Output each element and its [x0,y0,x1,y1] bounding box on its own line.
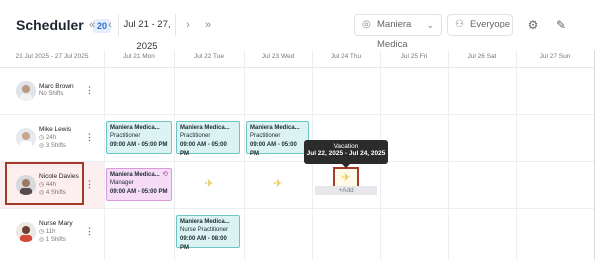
user-name: Nicole Davies [39,173,79,180]
location-select[interactable]: ◎ Maniera Medica ⌄ [354,14,442,50]
user-row-mike-lewis[interactable]: Mike Lewis ◷ 24h ◎ 3 Shifts ⋮ [0,115,104,161]
user-shift-count: ◎ 3 Shifts [39,143,66,149]
scrollbar-track[interactable] [594,50,595,260]
user-hours-value: 24h [45,135,56,141]
column-header-fri: Jul 25 Fri [380,50,448,68]
add-shift-button[interactable]: +Add [315,186,377,195]
shift-location: Maniera Medica... [110,125,160,131]
shift-card[interactable]: Maniera Medica... Practitioner 09:00 AM … [176,121,240,157]
kebab-menu-icon[interactable]: ⋮ [85,85,94,96]
page-title: Scheduler [16,17,84,33]
user-shift-count-value: 3 Shifts [45,143,66,149]
column-header-wed: Jul 23 Wed [244,50,312,68]
avatar [16,222,36,242]
location-select-value: Maniera Medica [377,19,412,50]
scheduler-header: Scheduler 20 « ‹ Jul 21 - 27, 2025 › » ◎… [0,0,606,52]
kebab-menu-icon[interactable]: ⋮ [85,226,94,237]
user-hours: ◷ 11h [39,229,56,235]
shift-time: 09:00 AM - 05:00 PM [180,142,227,157]
column-header-sun: Jul 27 Sun [516,50,594,68]
grid-divider [448,50,449,260]
user-name: Nurse Mary [39,220,73,227]
shift-location: Maniera Medica... [180,125,230,131]
shift-role: Practitioner [180,133,211,139]
grid-divider [516,50,517,260]
shift-location: Maniera Medica... [180,219,230,225]
shift-time: 09:00 AM - 05:00 PM [110,142,168,148]
column-header-range: 21 Jul 2025 - 27 Jul 2025 [0,50,104,68]
tooltip-title: Vacation [333,143,359,150]
kebab-menu-icon[interactable]: ⋮ [85,132,94,143]
shift-role: Practitioner [250,133,281,139]
airplane-icon[interactable]: ✈ [202,177,216,191]
avatar [16,175,36,195]
user-hours: ◷ 24h [39,135,56,141]
column-header-thu: Jul 24 Thu [312,50,380,68]
airplane-icon: ✈ [341,172,351,184]
chevron-left-icon[interactable]: ‹ [100,14,120,36]
shift-time: 09:00 AM - 08:00 PM [180,236,227,251]
user-row-marc-brown[interactable]: Marc Brown No Shifts ⋮ [0,68,104,114]
date-range-picker[interactable]: Jul 21 - 27, 2025 [118,14,176,52]
double-chevron-left-icon[interactable]: « [82,14,102,36]
user-name: Marc Brown [39,83,74,90]
grid-divider [244,50,245,260]
user-hours: ◷ 44h [39,182,56,188]
user-shift-count-value: 4 Shifts [45,190,66,196]
shift-location: Maniera Medica... [110,172,160,178]
kebab-menu-icon[interactable]: ⋮ [85,179,94,190]
grid-divider [174,50,175,260]
avatar [16,81,36,101]
vacation-tooltip: Vacation Jul 22, 2025 - Jul 24, 2025 [304,140,388,164]
settings-icon[interactable]: ⚙ [522,14,544,36]
column-header-sat: Jul 26 Sat [448,50,516,68]
user-shift-count-value: 1 Shifts [45,237,66,243]
shift-role: Manager [110,180,134,186]
double-chevron-right-icon[interactable]: » [198,14,218,36]
tools-icon[interactable]: ✎ [550,14,572,36]
chevron-down-icon: ⌄ [426,20,434,30]
column-header-mon: Jul 21 Mon [104,50,174,68]
column-header-tue: Jul 22 Tue [174,50,244,68]
airplane-icon[interactable]: ✈ [271,177,285,191]
vacation-cell-highlight[interactable]: ✈ [333,167,359,188]
shift-role: Practitioner [110,133,141,139]
chevron-down-icon: ⌄ [497,20,505,30]
shift-card[interactable]: Maniera Medica... Practitioner 09:00 AM … [246,121,309,157]
pin-icon: ◎ [362,19,371,30]
user-hours-value: 11h [45,229,56,235]
grid-divider [104,50,105,260]
shift-card[interactable]: Maniera Medica... Nurse Practitioner 09:… [176,215,240,251]
people-select[interactable]: ⚇ Everyone ⌄ [447,14,513,36]
tooltip-dates: Jul 22, 2025 - Jul 24, 2025 [306,150,386,157]
shift-card[interactable]: Maniera Medica... Manager 09:00 AM - 05:… [106,168,172,201]
chevron-right-icon[interactable]: › [178,14,198,36]
user-hours-value: 44h [45,182,56,188]
users-icon: ⚇ [455,19,464,30]
shift-time: 09:00 AM - 05:00 PM [110,189,168,195]
user-shift-count: No Shifts [39,91,64,97]
shift-time: 09:00 AM - 05:00 PM [250,142,297,157]
user-row-nurse-mary[interactable]: Nurse Mary ◷ 11h ◎ 1 Shifts ⋮ [0,209,104,255]
shift-location: Maniera Medica... [250,125,300,131]
user-row-nicole-davies[interactable]: Nicole Davies ◷ 44h ◎ 4 Shifts ⋮ [0,162,104,208]
avatar [16,128,36,148]
repeat-icon: ⟲ [162,171,168,178]
shift-card[interactable]: Maniera Medica... Practitioner 09:00 AM … [106,121,172,154]
user-shift-count: ◎ 4 Shifts [39,190,66,196]
tooltip-arrow [342,164,350,168]
user-shift-count: ◎ 1 Shifts [39,237,66,243]
shift-role: Nurse Practitioner [180,227,229,233]
user-name: Mike Lewis [39,126,72,133]
